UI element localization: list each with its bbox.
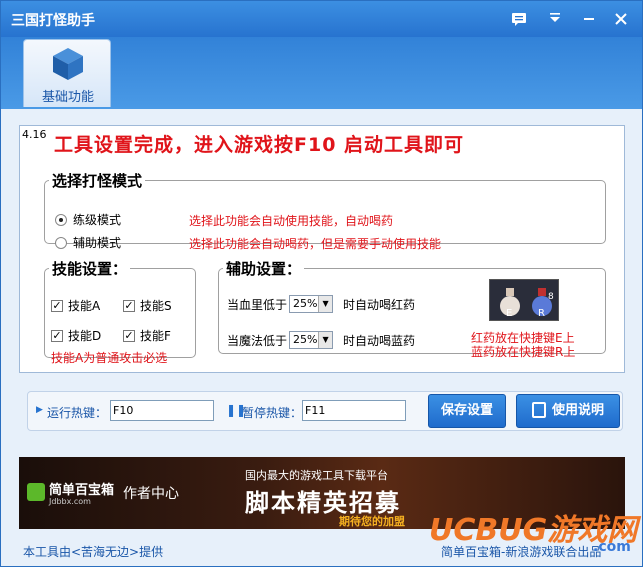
watermark: UCBUG游戏网 .com (429, 505, 637, 555)
brand-name: 简单百宝箱 (49, 483, 115, 498)
radio-button[interactable] (55, 236, 67, 249)
potion-count: 8 (548, 292, 554, 302)
checkbox-skill-d[interactable]: ✓ 技能D (51, 327, 101, 344)
banner-sub-text: 期待您的加盟 (339, 515, 405, 528)
run-hotkey-input[interactable]: F10 (110, 400, 214, 421)
radio-label: 辅助模式 (73, 236, 122, 250)
aux-legend: 辅助设置： (226, 260, 302, 278)
hp-suffix: 时自动喝红药 (343, 297, 416, 312)
tab-basic-functions[interactable]: 基础功能 (23, 39, 111, 107)
play-icon: ▶ (36, 405, 43, 415)
run-hotkey-label: 运行热键： (47, 406, 108, 420)
radio-assist-mode[interactable]: 辅助模式 (55, 234, 121, 251)
checkbox-skill-a[interactable]: ✓ 技能A (51, 297, 100, 314)
checkbox[interactable]: ✓ (123, 329, 135, 342)
mp-prefix: 当魔法低于 (227, 333, 288, 348)
skill-note: 技能A为普通攻击必选 (51, 351, 168, 365)
checkbox-label: 技能D (68, 329, 102, 343)
checkbox-skill-s[interactable]: ✓ 技能S (123, 297, 172, 314)
credits-text: 本工具由<苦海无边>提供 (23, 545, 164, 559)
minimize-icon[interactable] (577, 7, 601, 31)
version-label: 4.16 (22, 128, 47, 141)
document-icon (531, 401, 546, 418)
checkbox-skill-f[interactable]: ✓ 技能F (123, 327, 171, 344)
blue-potion-note: 蓝药放在快捷键R上 (471, 345, 576, 359)
pause-hotkey-label: 暂停热键： (242, 406, 303, 420)
skill-legend: 技能设置： (52, 260, 128, 278)
chat-icon[interactable] (507, 7, 531, 31)
checkbox[interactable]: ✓ (123, 299, 135, 312)
mp-threshold-value: 25% (293, 333, 318, 346)
banner-top-text: 国内最大的游戏工具下载平台 (245, 469, 388, 482)
save-settings-label: 保存设置 (440, 403, 493, 418)
chevron-down-icon[interactable]: ▼ (318, 296, 333, 312)
leveling-mode-note: 选择此功能会自动使用技能，自动喝药 (189, 214, 394, 228)
menu-dropdown-icon[interactable] (543, 7, 567, 31)
radio-leveling-mode[interactable]: 练级模式 (55, 211, 121, 228)
toolbar: 基础功能 (1, 37, 642, 109)
chevron-down-icon[interactable]: ▼ (318, 332, 333, 348)
radio-button[interactable] (55, 213, 67, 226)
checkbox-label: 技能S (140, 299, 172, 313)
checkbox[interactable]: ✓ (51, 329, 63, 342)
brand-logo-icon (27, 483, 45, 501)
headline: 工具设置完成，进入游戏按F10 启动工具即可 (54, 134, 465, 156)
mp-suffix: 时自动喝蓝药 (343, 333, 416, 348)
brand-domain: Jdbbx.com (49, 497, 91, 506)
mode-legend: 选择打怪模式 (52, 172, 143, 190)
radio-label: 练级模式 (73, 213, 122, 227)
tab-label: 基础功能 (41, 90, 94, 105)
skill-group: 技能设置： ✓ 技能A ✓ 技能S ✓ 技能D ✓ 技能F 技能A为普通攻击必选 (44, 258, 196, 365)
title-bar[interactable]: 三国打怪助手 (1, 1, 642, 37)
settings-panel: 4.16 工具设置完成，进入游戏按F10 启动工具即可 选择打怪模式 练级模式 … (19, 125, 625, 373)
hp-threshold-select[interactable]: 25% ▼ (289, 295, 334, 313)
key-r-label: R (538, 308, 545, 319)
watermark-suffix: .com (593, 539, 631, 555)
pause-hotkey-input[interactable]: F11 (302, 400, 406, 421)
save-settings-button[interactable]: 保存设置 (428, 394, 506, 428)
checkbox-label: 技能A (68, 299, 101, 313)
help-label: 使用说明 (551, 403, 604, 418)
key-e-label: E (506, 308, 513, 319)
aux-group: 辅助设置： 当血里低于 25% ▼ 时自动喝红药 当魔法低于 25% ▼ 时自动… (218, 258, 606, 359)
hp-threshold-value: 25% (293, 297, 318, 310)
app-window: 三国打怪助手 基础功能 4.16 工具设置完成，进入游戏按F10 启动工具即可 … (0, 0, 643, 567)
author-center: 作者中心 (123, 486, 179, 502)
cube-icon (53, 48, 83, 80)
close-icon[interactable] (609, 7, 633, 31)
checkbox[interactable]: ✓ (51, 299, 63, 312)
mp-threshold-select[interactable]: 25% ▼ (289, 331, 334, 349)
hp-row: 当血里低于 25% ▼ 时自动喝红药 (227, 295, 415, 313)
checkbox-label: 技能F (140, 329, 171, 343)
hotkey-bar: ▶ 运行热键： F10 ❚❚ 暂停热键： F11 保存设置 使用说明 (27, 391, 623, 431)
help-button[interactable]: 使用说明 (516, 394, 620, 428)
hp-prefix: 当血里低于 (227, 297, 288, 312)
assist-mode-note: 选择此功能会自动喝药，但是需要手动使用技能 (189, 237, 442, 251)
mode-group: 选择打怪模式 练级模式 选择此功能会自动使用技能，自动喝药 辅助模式 选择此功能… (44, 170, 606, 251)
potion-image: E R 8 (489, 279, 559, 321)
mp-row: 当魔法低于 25% ▼ 时自动喝蓝药 (227, 331, 415, 349)
window-title: 三国打怪助手 (11, 13, 95, 29)
